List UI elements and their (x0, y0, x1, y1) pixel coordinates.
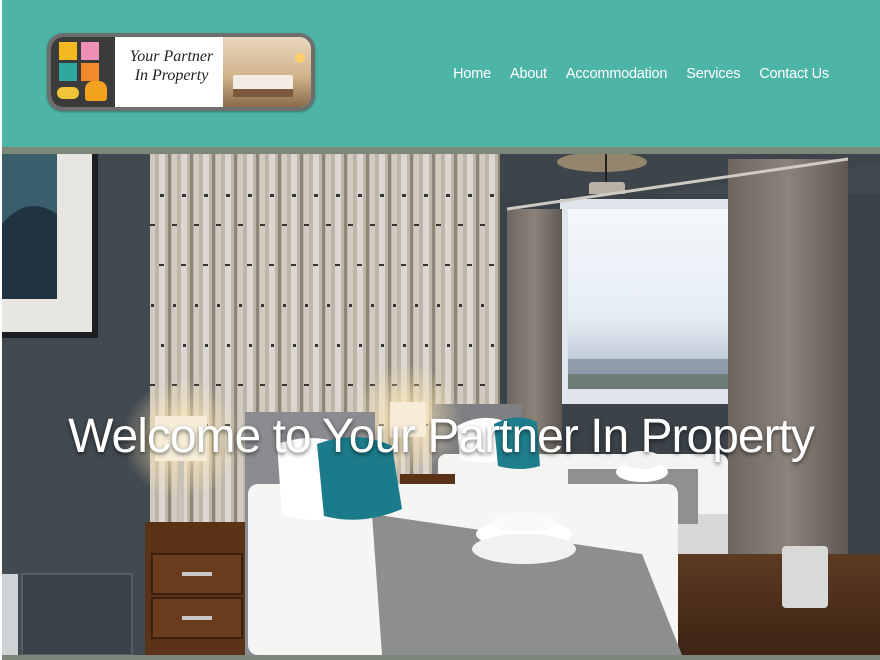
hero-bottom-divider (2, 655, 880, 660)
logo-bed-throw (233, 89, 293, 97)
site-header: Your Partner In Property Home About Acco… (2, 0, 880, 147)
orange-tile (81, 63, 99, 81)
armchair-icon (85, 81, 107, 101)
hero-bedroom-image (2, 154, 880, 655)
header-divider (2, 147, 880, 154)
teal-tile (59, 63, 77, 81)
pink-tile (81, 42, 99, 60)
logo-frame: Your Partner In Property (51, 37, 311, 107)
logo-text: Your Partner In Property (119, 47, 224, 85)
logo-text-line2: In Property (134, 67, 209, 84)
hero-banner: Welcome to Your Partner In Property (2, 154, 880, 655)
lamp-icon (57, 87, 79, 99)
nav-about[interactable]: About (510, 66, 547, 82)
nav-services[interactable]: Services (686, 66, 740, 82)
site-logo[interactable]: Your Partner In Property (47, 33, 315, 111)
nav-contact-us[interactable]: Contact Us (759, 66, 829, 82)
logo-tiles-graphic (51, 37, 115, 107)
hero-title: Welcome to Your Partner In Property (68, 410, 815, 463)
logo-light-icon (295, 53, 305, 63)
main-navigation: Home About Accommodation Services Contac… (453, 66, 829, 82)
nav-accommodation[interactable]: Accommodation (566, 66, 668, 82)
logo-text-line1: Your Partner (129, 48, 214, 65)
nav-home[interactable]: Home (453, 66, 491, 82)
yellow-tile (59, 42, 77, 60)
logo-bedroom-photo (223, 37, 311, 107)
